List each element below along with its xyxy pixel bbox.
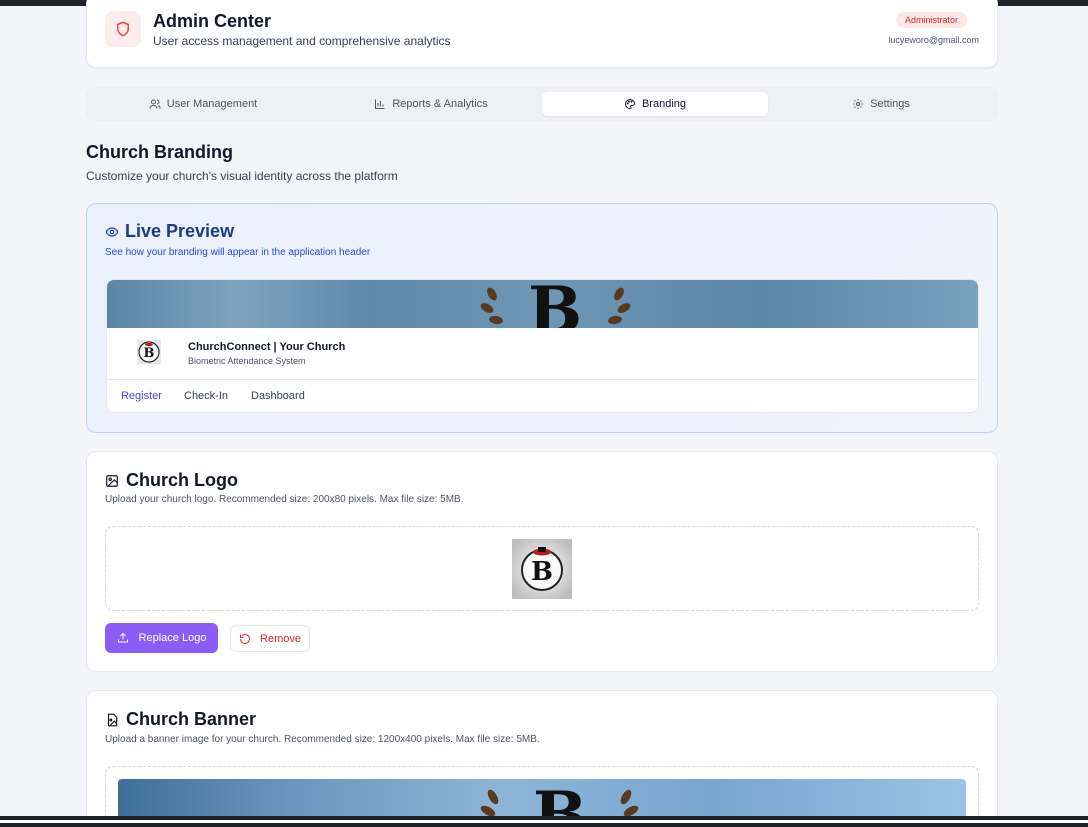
remove-logo-button[interactable]: Remove bbox=[230, 625, 310, 652]
tab-branding[interactable]: Branding bbox=[542, 92, 768, 116]
tab-label: Branding bbox=[641, 98, 687, 110]
image-icon bbox=[106, 474, 118, 487]
gear-icon bbox=[853, 99, 864, 109]
tab-label: User Management bbox=[166, 98, 258, 110]
user-email: lucyeworo@gmail.com bbox=[888, 35, 979, 45]
logo-dropzone[interactable]: B bbox=[105, 526, 979, 611]
replace-logo-label: Replace Logo bbox=[138, 632, 207, 644]
church-logo-subtitle: Upload your church logo. Recommended siz… bbox=[105, 494, 464, 505]
role-badge: Administrator bbox=[895, 12, 967, 28]
church-logo-card: Church Logo Upload your church logo. Rec… bbox=[86, 451, 998, 672]
tab-reports-analytics[interactable]: Reports & Analytics bbox=[318, 92, 544, 116]
banner-image: B bbox=[118, 779, 966, 819]
replace-logo-button[interactable]: Replace Logo bbox=[105, 623, 218, 653]
preview-banner-image: B bbox=[107, 280, 978, 328]
preview-nav-register[interactable]: Register bbox=[121, 390, 162, 402]
shield-icon bbox=[105, 11, 141, 47]
bar-chart-icon bbox=[375, 99, 385, 109]
admin-tabs: User Management Reports & Analytics Bran… bbox=[86, 87, 998, 121]
undo-icon bbox=[240, 633, 251, 644]
tab-label: Settings bbox=[870, 98, 910, 110]
palette-icon bbox=[624, 98, 635, 110]
live-preview-card: Live Preview See how your branding will … bbox=[86, 203, 998, 433]
remove-logo-label: Remove bbox=[260, 632, 301, 645]
divider bbox=[107, 379, 978, 380]
preview-nav-check-in[interactable]: Check-In bbox=[184, 390, 228, 402]
svg-text:B: B bbox=[533, 779, 587, 819]
church-banner-title: Church Banner bbox=[126, 709, 257, 729]
users-icon bbox=[149, 99, 161, 109]
church-banner-subtitle: Upload a banner image for your church. R… bbox=[105, 734, 540, 745]
page-subtitle: User access management and comprehensive… bbox=[153, 34, 451, 48]
tab-label: Reports & Analytics bbox=[392, 98, 488, 110]
church-logo-title: Church Logo bbox=[126, 470, 238, 490]
preview-app-name: ChurchConnect | Your Church bbox=[188, 341, 346, 353]
admin-header: Admin Center User access management and … bbox=[86, 0, 998, 68]
preview-nav-dashboard[interactable]: Dashboard bbox=[251, 390, 305, 402]
preview-app-header: B B ChurchConnect | Your Church Biometri… bbox=[106, 279, 979, 413]
section-subtitle: Customize your church's visual identity … bbox=[86, 169, 398, 183]
live-preview-heading: Live Preview bbox=[105, 221, 234, 242]
page-title: Admin Center bbox=[153, 11, 272, 31]
preview-logo: B bbox=[137, 340, 161, 364]
file-image-icon bbox=[107, 713, 118, 726]
church-logo-heading: Church Logo bbox=[105, 470, 238, 491]
preview-app-subtitle: Biometric Attendance System bbox=[188, 356, 306, 366]
svg-text:B: B bbox=[144, 346, 155, 361]
eye-icon bbox=[105, 226, 119, 237]
active-nav-indicator bbox=[121, 412, 164, 413]
svg-text:B: B bbox=[528, 280, 582, 328]
tab-settings[interactable]: Settings bbox=[768, 92, 994, 116]
section-title: Church Branding bbox=[86, 142, 233, 162]
tab-user-management[interactable]: User Management bbox=[90, 92, 316, 116]
church-banner-heading: Church Banner bbox=[105, 709, 256, 730]
church-banner-card: Church Banner Upload a banner image for … bbox=[86, 690, 998, 827]
live-preview-subtitle: See how your branding will appear in the… bbox=[105, 247, 371, 258]
window-bottom-bar bbox=[0, 816, 1088, 827]
live-preview-title: Live Preview bbox=[125, 221, 235, 241]
upload-icon bbox=[117, 632, 128, 643]
logo-image: B bbox=[512, 539, 572, 599]
svg-text:B: B bbox=[531, 557, 553, 587]
